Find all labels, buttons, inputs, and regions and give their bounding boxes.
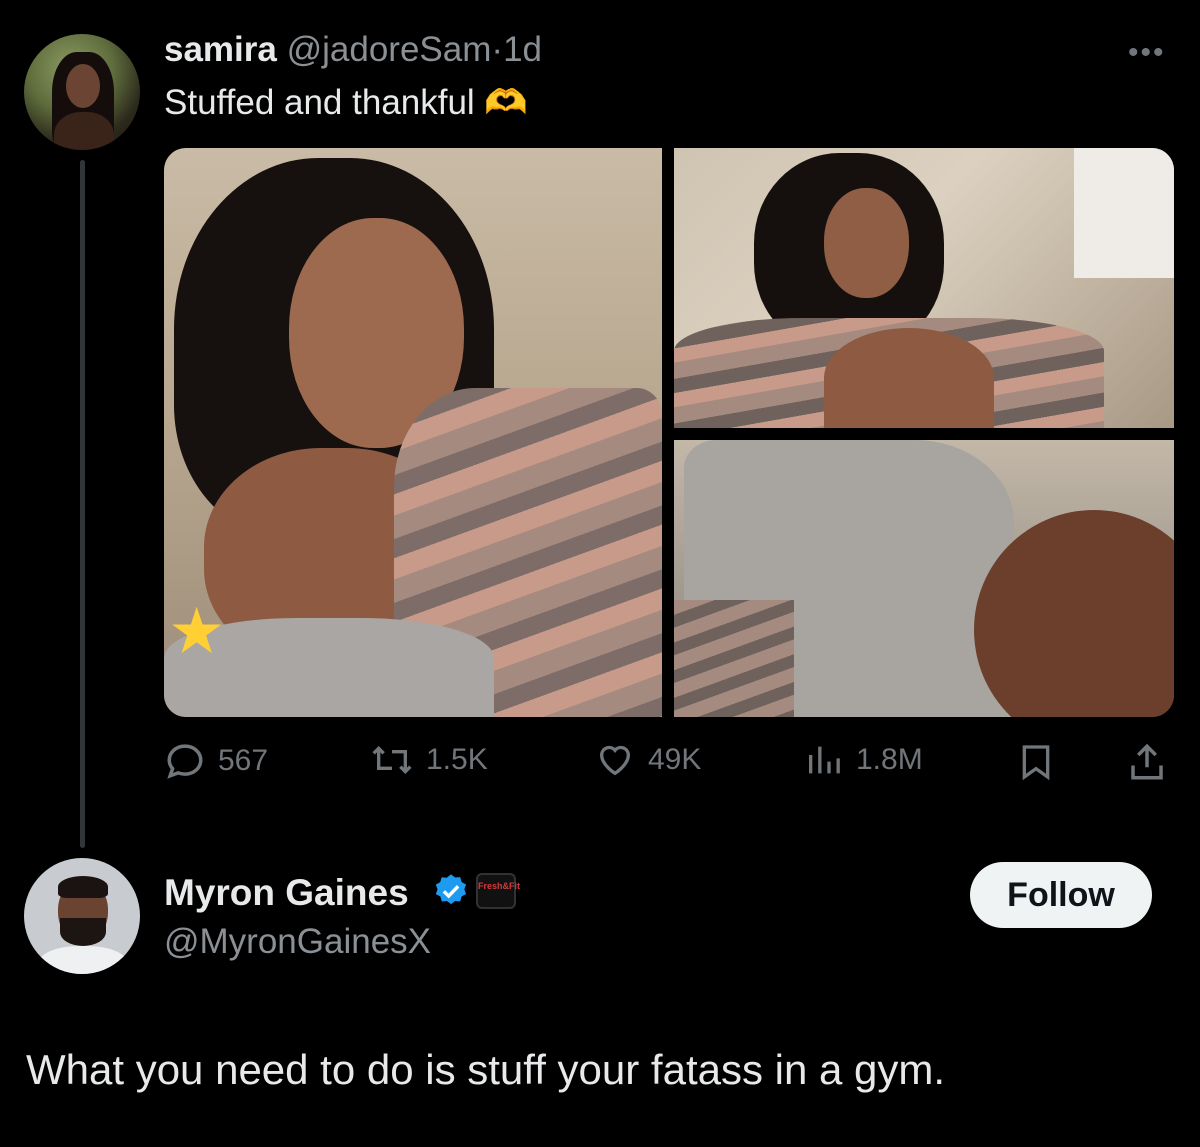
thread-connector-line — [80, 160, 85, 848]
user-handle[interactable]: @jadoreSam — [287, 30, 492, 69]
separator-dot: · — [491, 30, 504, 69]
follow-button[interactable]: Follow — [970, 862, 1152, 928]
reply-icon — [167, 744, 203, 779]
tweet-action-bar: 567 1.5K 49K 1.8M — [164, 740, 1174, 790]
affiliate-badge[interactable]: Fresh&Fit — [476, 873, 520, 909]
media-image-2[interactable] — [674, 148, 1174, 428]
repost-button[interactable]: 1.5K — [370, 740, 488, 780]
bookmark-button[interactable] — [1016, 740, 1056, 784]
bookmark-icon — [1022, 745, 1050, 781]
media-image-3[interactable] — [674, 440, 1174, 717]
share-button[interactable] — [1126, 740, 1168, 784]
reply-button[interactable]: 567 — [164, 740, 268, 782]
avatar-myron-gaines[interactable] — [24, 858, 140, 974]
media-grid: ★ — [164, 148, 1174, 717]
verified-badge-icon[interactable] — [432, 872, 470, 910]
like-button[interactable]: 49K — [594, 740, 701, 780]
reply-tweet-text: What you need to do is stuff your fatass… — [26, 1046, 946, 1093]
avatar-samira[interactable] — [24, 34, 140, 150]
like-count: 49K — [648, 743, 702, 776]
star-emoji-icon: ★ — [168, 595, 226, 667]
reply-display-name[interactable]: Myron Gaines — [164, 872, 409, 914]
timestamp[interactable]: 1d — [503, 30, 542, 69]
views-button[interactable]: 1.8M — [804, 740, 923, 780]
reply-user-handle[interactable]: @MyronGainesX — [164, 922, 431, 962]
tweet-header: samira @jadoreSam·1d — [164, 30, 542, 70]
view-count: 1.8M — [856, 743, 923, 776]
affiliate-badge-label: Fresh&Fit — [478, 881, 521, 891]
repost-icon — [372, 745, 412, 775]
heart-icon — [599, 745, 631, 776]
bar-chart-icon — [809, 746, 840, 774]
reply-count: 567 — [218, 744, 269, 777]
share-icon — [1131, 743, 1163, 780]
media-image-1[interactable]: ★ — [164, 148, 662, 717]
repost-count: 1.5K — [426, 743, 488, 776]
more-horizontal-icon[interactable]: ••• — [1128, 36, 1166, 70]
display-name[interactable]: samira — [164, 30, 277, 69]
tweet-text: Stuffed and thankful 🫶 — [164, 83, 529, 122]
